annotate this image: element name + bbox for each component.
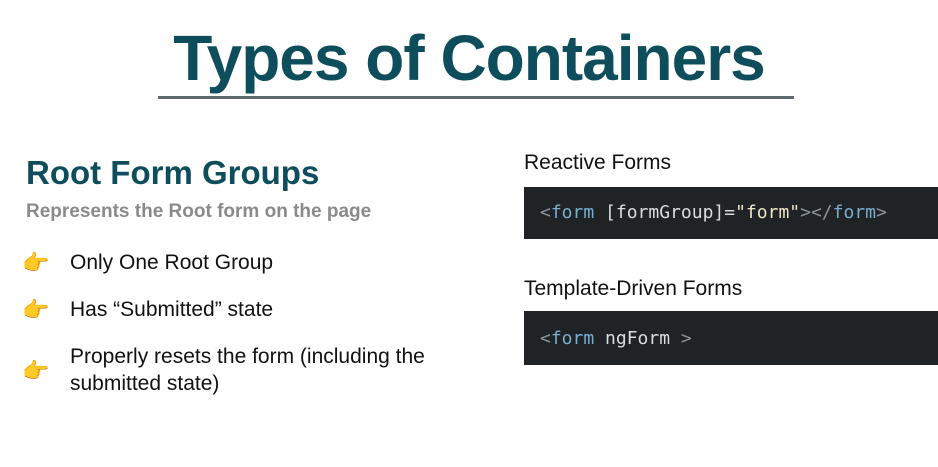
code-token: > bbox=[680, 328, 692, 349]
title-underline bbox=[158, 96, 794, 99]
code-token: ></ bbox=[800, 202, 833, 223]
code-token: form bbox=[550, 202, 595, 223]
code-token: form bbox=[832, 202, 876, 223]
list-item: 👉 Only One Root Group bbox=[22, 249, 502, 276]
pointing-hand-icon: 👉 bbox=[22, 297, 50, 322]
bullet-text: Has “Submitted” state bbox=[70, 298, 274, 321]
template-driven-forms-code-block: <form ngForm > bbox=[524, 311, 938, 365]
code-token: [formGroup]= bbox=[594, 202, 736, 223]
code-token: > bbox=[876, 202, 887, 223]
reactive-forms-code-block: <form [formGroup]="form"></form> bbox=[524, 187, 938, 239]
section-subtitle: Represents the Root form on the page bbox=[26, 201, 372, 222]
code-line: <form [formGroup]="form"></form> bbox=[540, 200, 887, 226]
list-item: 👉 Has “Submitted” state bbox=[22, 296, 502, 323]
pointing-hand-icon: 👉 bbox=[22, 250, 50, 275]
code-line: <form ngForm > bbox=[540, 326, 692, 352]
code-token: "form" bbox=[735, 202, 801, 223]
list-item: 👉 Properly resets the form (including th… bbox=[22, 343, 512, 397]
code-token: < bbox=[540, 328, 551, 349]
bullet-text: Only One Root Group bbox=[70, 251, 274, 274]
section-heading: Root Form Groups bbox=[26, 154, 320, 191]
reactive-forms-label: Reactive Forms bbox=[524, 151, 672, 174]
pointing-hand-icon: 👉 bbox=[22, 357, 50, 383]
code-token: < bbox=[540, 202, 551, 223]
bullet-text: Properly resets the form (including the … bbox=[70, 345, 425, 395]
template-driven-forms-label: Template-Driven Forms bbox=[524, 277, 743, 300]
slide-title: Types of Containers bbox=[173, 22, 765, 94]
code-token: ngForm bbox=[594, 328, 681, 349]
code-token: form bbox=[550, 328, 595, 349]
